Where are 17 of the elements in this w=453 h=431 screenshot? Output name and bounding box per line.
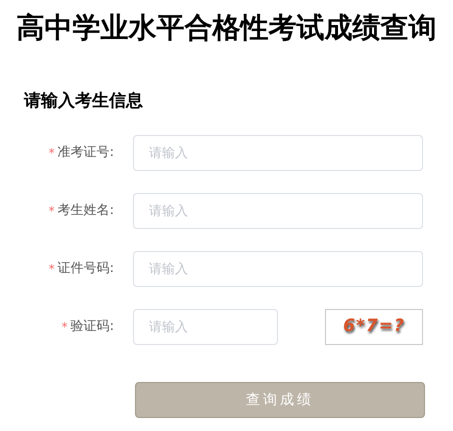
field-label: 证件号码: — [58, 260, 114, 278]
field-label: 准考证号: — [58, 144, 114, 162]
required-mark: * — [48, 145, 55, 162]
required-mark: * — [48, 261, 55, 278]
text-field[interactable]: 请输入 — [133, 135, 423, 171]
required-mark: * — [48, 203, 55, 220]
query-button[interactable]: 查询成绩 — [135, 382, 425, 418]
captcha-text: 6*7=? — [343, 315, 405, 338]
text-field[interactable]: 请输入 — [133, 251, 423, 287]
section-title: 请输入考生信息 — [24, 90, 143, 113]
text-field[interactable]: 请输入 — [133, 193, 423, 229]
field-label: 考生姓名: — [58, 202, 114, 220]
captcha-field[interactable]: 请输入 — [133, 309, 278, 345]
field-label: 验证码: — [70, 318, 114, 336]
captcha-image[interactable]: 6*7=? — [325, 309, 423, 345]
page-title: 高中学业水平合格性考试成绩查询 — [16, 12, 436, 44]
required-mark: * — [62, 319, 68, 336]
